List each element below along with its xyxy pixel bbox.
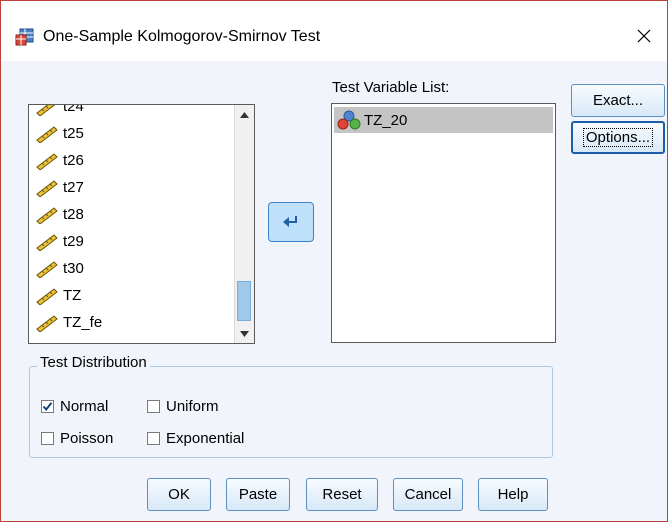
- scale-ruler-icon: [36, 105, 55, 116]
- scale-ruler-icon: [36, 206, 58, 224]
- dialog-body: t24 t25 t26 t27 t28 t29 t30 TZ TZ_fe Tes…: [1, 61, 667, 521]
- app-table-icon: [15, 28, 34, 46]
- reset-button[interactable]: Reset: [306, 478, 378, 511]
- exact-button[interactable]: Exact...: [571, 84, 665, 117]
- scale-ruler-icon: [36, 233, 58, 251]
- normal-label: Normal: [60, 398, 109, 415]
- source-item-label: TZ_fe: [63, 314, 103, 331]
- source-list-item[interactable]: t30: [29, 255, 229, 282]
- options-button-label: Options...: [582, 128, 654, 147]
- source-list-item[interactable]: t28: [29, 201, 229, 228]
- scroll-up-button[interactable]: [236, 106, 253, 123]
- source-item-label: t28: [63, 206, 84, 223]
- ok-button[interactable]: OK: [147, 478, 211, 511]
- poisson-label: Poisson: [60, 430, 114, 447]
- scroll-up-arrow-icon: [240, 111, 249, 118]
- source-list-scrollbar[interactable]: [234, 105, 254, 343]
- source-item-label: t29: [63, 233, 84, 250]
- source-list-item[interactable]: TZ_fe: [29, 309, 229, 336]
- source-list-item[interactable]: t24: [29, 104, 229, 120]
- close-button[interactable]: [627, 21, 661, 51]
- source-item-label: t24: [63, 104, 84, 115]
- nominal-circles-icon: [337, 110, 361, 130]
- cancel-button[interactable]: Cancel: [393, 478, 463, 511]
- test-variable-label: TZ_20: [364, 111, 408, 129]
- reset-button-label: Reset: [322, 486, 362, 503]
- source-list-item[interactable]: TZ: [29, 282, 229, 309]
- cancel-button-label: Cancel: [404, 486, 452, 503]
- move-variable-button[interactable]: [268, 202, 314, 242]
- source-item-label: t25: [63, 125, 84, 142]
- paste-button-label: Paste: [238, 486, 278, 503]
- help-button-label: Help: [497, 486, 529, 503]
- poisson-checkbox-box[interactable]: [41, 432, 54, 445]
- move-arrow-icon: [283, 216, 297, 227]
- close-icon: [637, 29, 651, 43]
- normal-checkbox-box[interactable]: [41, 400, 54, 413]
- checkmark-icon: [42, 402, 53, 412]
- uniform-label: Uniform: [166, 398, 219, 415]
- exact-button-label: Exact...: [592, 92, 644, 109]
- exponential-checkbox-box[interactable]: [147, 432, 160, 445]
- source-list-item[interactable]: t26: [29, 147, 229, 174]
- scroll-down-button[interactable]: [236, 325, 253, 342]
- dialog-window: One-Sample Kolmogorov-Smirnov Test t24 t2…: [0, 0, 668, 522]
- scale-ruler-icon: [36, 314, 58, 332]
- test-variable-item[interactable]: TZ_20: [334, 107, 553, 133]
- poisson-checkbox[interactable]: Poisson: [41, 430, 113, 447]
- paste-button[interactable]: Paste: [226, 478, 290, 511]
- help-button[interactable]: Help: [478, 478, 548, 511]
- source-item-label: t27: [63, 179, 84, 196]
- scroll-down-arrow-icon: [240, 330, 249, 337]
- source-list-item[interactable]: t25: [29, 120, 229, 147]
- source-list-item[interactable]: t27: [29, 174, 229, 201]
- test-variable-list[interactable]: TZ_20: [331, 103, 556, 343]
- exponential-label: Exponential: [166, 430, 245, 447]
- test-variable-list-label: Test Variable List:: [332, 79, 450, 96]
- exponential-checkbox[interactable]: Exponential: [147, 430, 244, 447]
- scale-ruler-icon: [36, 179, 58, 197]
- source-list-item[interactable]: t29: [29, 228, 229, 255]
- scale-ruler-icon: [36, 152, 58, 170]
- options-button[interactable]: Options...: [571, 121, 665, 154]
- scale-ruler-icon: [36, 287, 58, 305]
- normal-checkbox[interactable]: Normal: [41, 398, 108, 415]
- scale-ruler-icon: [36, 260, 58, 278]
- title-bar[interactable]: One-Sample Kolmogorov-Smirnov Test: [1, 1, 667, 61]
- source-item-label: TZ: [63, 287, 82, 304]
- source-items: t24 t25 t26 t27 t28 t29 t30 TZ TZ_fe: [29, 104, 229, 336]
- source-item-label: t30: [63, 260, 84, 277]
- scrollbar-thumb[interactable]: [237, 281, 251, 321]
- uniform-checkbox[interactable]: Uniform: [147, 398, 219, 415]
- test-distribution-legend: Test Distribution: [37, 354, 150, 371]
- source-item-label: t26: [63, 152, 84, 169]
- ok-button-label: OK: [168, 486, 190, 503]
- source-variable-list[interactable]: t24 t25 t26 t27 t28 t29 t30 TZ TZ_fe: [28, 104, 255, 344]
- window-title: One-Sample Kolmogorov-Smirnov Test: [43, 28, 321, 45]
- scale-ruler-icon: [36, 125, 58, 143]
- uniform-checkbox-box[interactable]: [147, 400, 160, 413]
